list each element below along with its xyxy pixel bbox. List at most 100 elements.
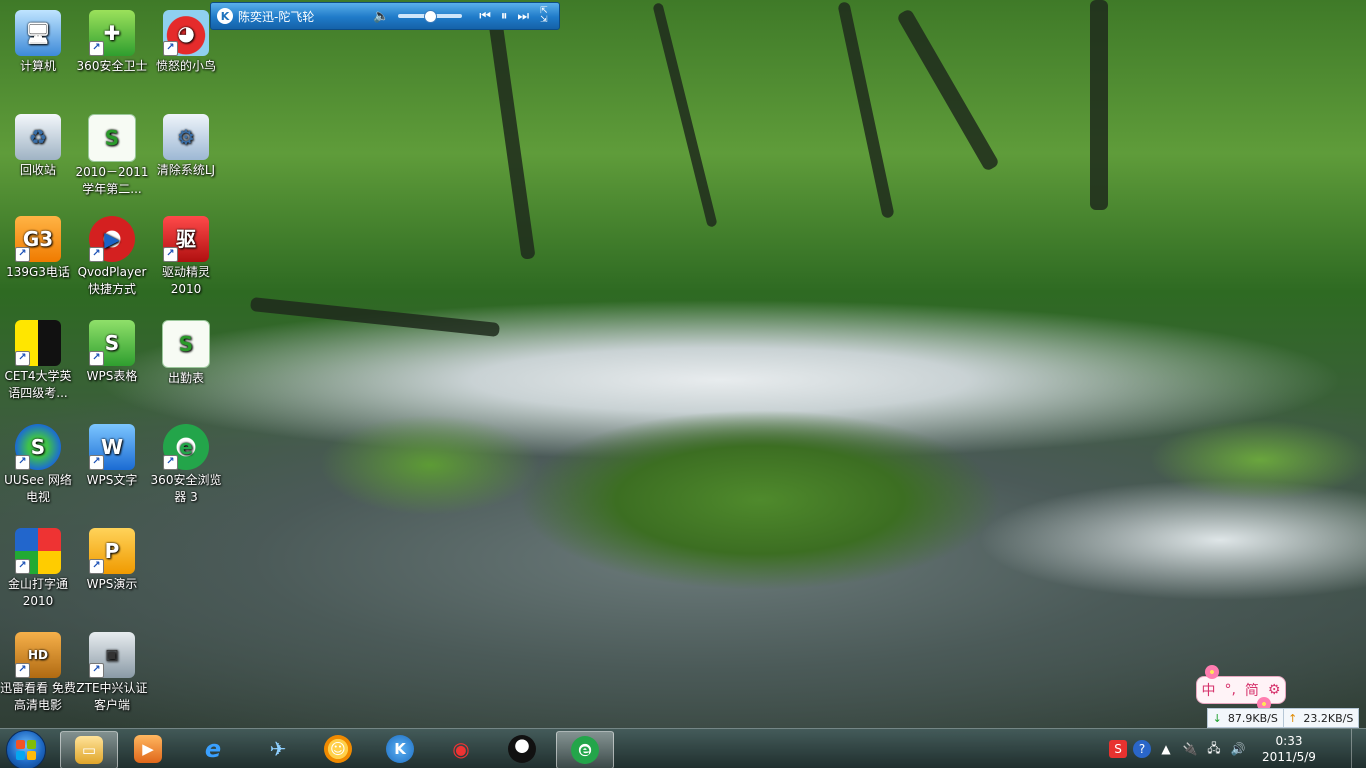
- zte-client-icon: ▣ ↗: [89, 632, 135, 678]
- usb-device-icon[interactable]: 🔌: [1181, 740, 1199, 758]
- show-hidden-icons-arrow-icon[interactable]: ▲: [1157, 740, 1175, 758]
- desktop-icon-label: 360安全浏览器 3: [150, 473, 222, 504]
- gear-icon: ⚙: [163, 114, 209, 160]
- desktop-icon-label: WPS文字: [86, 473, 138, 487]
- angry-birds-icon: ◕ ↗: [163, 10, 209, 56]
- pause-button[interactable]: ⏸: [501, 9, 508, 24]
- taskbar-explorer[interactable]: ▭: [60, 731, 118, 768]
- desktop-icon-recycle-bin[interactable]: ♻ 回收站: [0, 114, 76, 179]
- wallpaper-tree: [652, 2, 718, 228]
- desktop-icon-typing[interactable]: ↗ 金山打字通2010: [0, 528, 76, 610]
- desktop-icon-zte-client[interactable]: ▣ ↗ ZTE中兴认证客户端: [74, 632, 150, 714]
- shortcut-arrow-icon: ↗: [163, 455, 178, 470]
- desktop-icon-360-browser[interactable]: e ↗ 360安全浏览器 3: [148, 424, 224, 506]
- taskbar-360-browser[interactable]: e: [556, 731, 614, 768]
- xunlei-hd-icon: HD ↗: [15, 632, 61, 678]
- desktop-icon-label: WPS表格: [86, 369, 138, 383]
- desktop-icon-label: 迅雷看看 免费高清电影: [0, 681, 76, 712]
- clock-date: 2011/5/9: [1262, 750, 1316, 764]
- desktop-icon-label: 清除系统LJ: [156, 163, 216, 177]
- taskbar-feixin[interactable]: ✈: [250, 731, 306, 767]
- ime-simplified-mode[interactable]: 简: [1245, 680, 1259, 700]
- desktop-icon-label: 139G3电话: [6, 265, 70, 279]
- shortcut-arrow-icon: ↗: [89, 455, 104, 470]
- desktop-icon-360-safeguard[interactable]: ✚ ↗ 360安全卫士: [74, 10, 150, 75]
- 360-browser-icon: e ↗: [163, 424, 209, 470]
- upload-arrow-icon: ↑: [1288, 711, 1298, 725]
- desktop-icon-semester-file[interactable]: S 2010－2011学年第二...: [74, 114, 150, 198]
- desktop-wallpaper: 🖥 计算机 ♻ 回收站 G3 ↗ 139G3电话 ↗ CET4大学英语四级考...…: [0, 0, 1366, 768]
- desktop-icon-wps-spreadsheet[interactable]: S ↗ WPS表格: [74, 320, 150, 385]
- desktop-icon-label: QvodPlayer快捷方式: [77, 265, 147, 296]
- ime-toolbar[interactable]: 中 °, 简 ⚙: [1196, 665, 1286, 711]
- desktop-icon-computer[interactable]: 🖥 计算机: [0, 10, 76, 75]
- wallpaper-log: [249, 296, 501, 338]
- qvod-player-icon: ▶ ↗: [89, 216, 135, 262]
- shortcut-arrow-icon: ↗: [163, 247, 178, 262]
- desktop-icon-driver-genius[interactable]: 驱 ↗ 驱动精灵2010: [148, 216, 224, 298]
- desktop-icon-cet4[interactable]: ↗ CET4大学英语四级考...: [0, 320, 76, 402]
- folder-icon: ▭: [75, 736, 103, 764]
- spreadsheet-file-icon: S: [88, 114, 136, 162]
- player-song-title: 陈奕迅-陀飞轮: [238, 9, 315, 24]
- taskbar-chat[interactable]: ☺: [310, 731, 366, 767]
- desktop-icon-139g3[interactable]: G3 ↗ 139G3电话: [0, 216, 76, 281]
- shortcut-arrow-icon: ↗: [89, 41, 104, 56]
- desktop-icon-qvodplayer[interactable]: ▶ ↗ QvodPlayer快捷方式: [74, 216, 150, 298]
- network-icon[interactable]: 🖧: [1205, 740, 1223, 758]
- previous-track-button[interactable]: ⏮: [479, 9, 491, 24]
- taskbar-media-player[interactable]: ▶: [120, 731, 176, 767]
- player-window-controls[interactable]: ⇱ ⇲: [540, 7, 548, 25]
- taskbar-clock[interactable]: 0:33 2011/5/9: [1256, 733, 1322, 765]
- desktop-icon-label: 愤怒的小鸟: [155, 59, 216, 73]
- sogou-ime-icon[interactable]: S: [1109, 740, 1127, 758]
- media-player-icon: ▶: [134, 735, 162, 763]
- shortcut-arrow-icon: ↗: [89, 559, 104, 574]
- computer-icon: 🖥: [15, 10, 61, 56]
- taskbar-qq[interactable]: [494, 731, 550, 767]
- uusee-icon: S ↗: [15, 424, 61, 470]
- speaker-icon[interactable]: 🔊: [1229, 740, 1247, 758]
- music-player-bar[interactable]: K 陈奕迅-陀飞轮 🔈 ⏮ ⏸ ⏭ ⇱ ⇲: [210, 2, 560, 30]
- wallpaper-tree: [488, 20, 536, 260]
- shortcut-arrow-icon: ↗: [15, 559, 30, 574]
- help-icon[interactable]: ?: [1133, 740, 1151, 758]
- volume-icon[interactable]: 🔈: [373, 9, 389, 24]
- desktop-icon-clean-system[interactable]: ⚙ 清除系统LJ: [148, 114, 224, 179]
- 360-safeguard-icon: ✚ ↗: [89, 10, 135, 56]
- show-desktop-button[interactable]: [1351, 729, 1366, 768]
- desktop-icon-uusee[interactable]: S ↗ UUSee 网络电视: [0, 424, 76, 506]
- desktop-icon-label: 出勤表: [167, 371, 204, 385]
- wps-spreadsheet-icon: S ↗: [89, 320, 135, 366]
- desktop-icon-wps-writer[interactable]: W ↗ WPS文字: [74, 424, 150, 489]
- start-button[interactable]: [6, 730, 46, 768]
- desktop-icon-attendance-file[interactable]: S 出勤表: [148, 320, 224, 387]
- taskbar-kugou[interactable]: K: [372, 731, 428, 767]
- recycle-bin-icon: ♻: [15, 114, 61, 160]
- spreadsheet-file-icon: S: [162, 320, 210, 368]
- weibo-icon: ◉: [452, 737, 470, 761]
- clock-time: 0:33: [1275, 734, 1303, 748]
- desktop-icon-label: 回收站: [19, 163, 56, 177]
- shortcut-arrow-icon: ↗: [163, 41, 178, 56]
- shortcut-arrow-icon: ↗: [89, 663, 104, 678]
- desktop-icon-xunlei-hd[interactable]: HD ↗ 迅雷看看 免费高清电影: [0, 632, 76, 714]
- ime-chinese-mode[interactable]: 中: [1201, 680, 1215, 700]
- ie-icon: e: [204, 735, 222, 763]
- volume-slider-knob[interactable]: [423, 10, 437, 23]
- ime-punctuation-mode[interactable]: °,: [1224, 682, 1235, 698]
- desktop-icon-label: 360安全卫士: [76, 59, 148, 73]
- driver-genius-icon: 驱 ↗: [163, 216, 209, 262]
- taskbar-weibo[interactable]: ◉: [433, 731, 489, 767]
- next-track-button[interactable]: ⏭: [517, 9, 529, 24]
- wallpaper-tree: [1090, 0, 1108, 210]
- desktop-icon-wps-presentation[interactable]: P ↗ WPS演示: [74, 528, 150, 593]
- desktop-icon-label: 计算机: [19, 59, 56, 73]
- 139-phone-icon: G3 ↗: [15, 216, 61, 262]
- shortcut-arrow-icon: ↗: [89, 351, 104, 366]
- volume-slider[interactable]: [398, 10, 463, 23]
- taskbar-ie[interactable]: e: [185, 731, 241, 767]
- qq-penguin-icon: [508, 735, 536, 763]
- wps-writer-icon: W ↗: [89, 424, 135, 470]
- ime-settings-icon[interactable]: ⚙: [1268, 682, 1281, 698]
